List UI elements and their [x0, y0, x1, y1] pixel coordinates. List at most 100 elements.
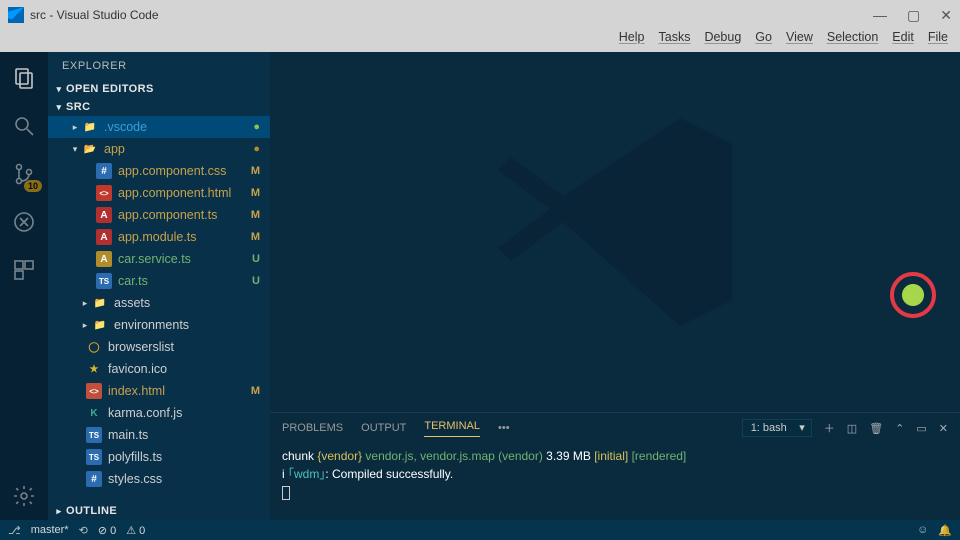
status-warnings[interactable]: ⚠ 0: [126, 524, 145, 537]
panel-close-icon[interactable]: ✕: [939, 422, 948, 435]
file-label: app.component.css: [118, 164, 226, 178]
file-label: polyfills.ts: [108, 450, 162, 464]
tree-file[interactable]: TSmain.ts: [48, 424, 270, 446]
vscode-logo-icon: [8, 7, 24, 23]
term-text: : Compiled successfully.: [325, 467, 453, 481]
sync-icon[interactable]: ⟲: [79, 524, 88, 537]
scm-badge: 10: [24, 180, 42, 192]
menu-help[interactable]: Help: [619, 30, 645, 52]
angular-file-icon: A: [96, 207, 112, 223]
activity-explorer[interactable]: [10, 64, 38, 92]
tree-file[interactable]: ★favicon.ico: [48, 358, 270, 380]
tab-terminal[interactable]: TERMINAL: [424, 420, 480, 437]
folder-label: environments: [114, 318, 189, 332]
close-button[interactable]: ✕: [940, 7, 952, 24]
files-icon: [12, 66, 36, 90]
panel-overflow-icon[interactable]: •••: [498, 422, 510, 434]
menu-file[interactable]: File: [928, 30, 948, 52]
kill-terminal-icon[interactable]: 🗑: [869, 422, 883, 435]
terminal-selector[interactable]: 1: bash: [742, 419, 812, 437]
section-outline[interactable]: ▸ OUTLINE: [48, 502, 270, 520]
git-status: U: [252, 253, 260, 265]
activity-search[interactable]: [10, 112, 38, 140]
menu-edit[interactable]: Edit: [892, 30, 914, 52]
tree-file[interactable]: ◯browserslist: [48, 336, 270, 358]
menu-selection[interactable]: Selection: [827, 30, 878, 52]
term-text: 3.39 MB: [543, 449, 594, 463]
activity-settings[interactable]: [10, 482, 38, 510]
ts-file-icon: TS: [86, 427, 102, 443]
tree-file[interactable]: Acar.service.tsU: [48, 248, 270, 270]
menu-tasks[interactable]: Tasks: [659, 30, 691, 52]
html-file-icon: <>: [96, 185, 112, 201]
file-label: browserslist: [108, 340, 174, 354]
tree-file[interactable]: TSpolyfills.ts: [48, 446, 270, 468]
tab-problems[interactable]: PROBLEMS: [282, 422, 343, 434]
karma-file-icon: K: [86, 405, 102, 421]
term-text: vendor.js, vendor.js.map: [362, 449, 498, 463]
folder-icon: 📁: [92, 295, 108, 311]
tree-file[interactable]: <>index.htmlM: [48, 380, 270, 402]
status-bar: ⎇ master* ⟲ ⊘ 0 ⚠ 0 ☺ 🔔: [0, 520, 960, 540]
chevron-right-icon: ▸: [54, 506, 64, 517]
branch-name[interactable]: master*: [31, 524, 69, 536]
panel-maximize-icon[interactable]: ⌃: [895, 422, 904, 435]
window-controls: — ▢ ✕: [873, 7, 952, 24]
section-folder-root[interactable]: ▾ SRC: [48, 98, 270, 116]
ts-file-icon: TS: [96, 273, 112, 289]
git-status: M: [251, 187, 260, 199]
file-label: car.service.ts: [118, 252, 191, 266]
split-terminal-icon[interactable]: ◫: [847, 422, 857, 435]
bug-icon: [12, 210, 36, 234]
tree-file[interactable]: Aapp.component.tsM: [48, 204, 270, 226]
folder-icon: 📁: [92, 317, 108, 333]
status-errors[interactable]: ⊘ 0: [98, 524, 116, 537]
tree-file[interactable]: Kkarma.conf.js: [48, 402, 270, 424]
panel-move-icon[interactable]: ▭: [916, 422, 926, 435]
tree-file[interactable]: <>app.component.htmlM: [48, 182, 270, 204]
chevron-right-icon: ▸: [80, 320, 90, 331]
tree-folder[interactable]: ▸📁assets: [48, 292, 270, 314]
term-text: [rendered]: [632, 449, 687, 463]
maximize-button[interactable]: ▢: [907, 7, 920, 24]
folder-label: .vscode: [104, 120, 147, 134]
minimize-button[interactable]: —: [873, 7, 887, 24]
term-text: [initial]: [594, 449, 628, 463]
activity-scm[interactable]: 10: [10, 160, 38, 188]
favicon-file-icon: ★: [86, 361, 102, 377]
file-label: index.html: [108, 384, 165, 398]
new-terminal-icon[interactable]: ＋: [824, 420, 835, 436]
bell-icon[interactable]: 🔔: [938, 524, 952, 537]
term-text: (vendor): [498, 449, 543, 463]
tree-folder-app[interactable]: ▾ 📂 app ●: [48, 138, 270, 160]
explorer-title: EXPLORER: [48, 52, 270, 80]
tree-folder-vscode[interactable]: ▸ 📁 .vscode ●: [48, 116, 270, 138]
file-label: karma.conf.js: [108, 406, 182, 420]
window-titlebar: src - Visual Studio Code — ▢ ✕: [0, 0, 960, 30]
terminal-output[interactable]: chunk {vendor} vendor.js, vendor.js.map …: [270, 443, 960, 520]
tab-output[interactable]: OUTPUT: [361, 422, 406, 434]
open-editors-label: OPEN EDITORS: [66, 83, 154, 95]
cursor-highlight-icon: [890, 272, 936, 318]
feedback-icon[interactable]: ☺: [917, 524, 928, 537]
chevron-down-icon: ▾: [70, 144, 80, 155]
chevron-down-icon: ▾: [54, 102, 64, 113]
tree-file[interactable]: #styles.css: [48, 468, 270, 490]
tree-file[interactable]: #app.component.cssM: [48, 160, 270, 182]
tree-file[interactable]: TScar.tsU: [48, 270, 270, 292]
activity-extensions[interactable]: [10, 256, 38, 284]
tree-file[interactable]: Aapp.module.tsM: [48, 226, 270, 248]
term-text: ｢wdm｣: [288, 467, 325, 481]
menu-view[interactable]: View: [786, 30, 813, 52]
branch-icon: ⎇: [8, 524, 21, 537]
section-open-editors[interactable]: ▾ OPEN EDITORS: [48, 80, 270, 98]
activity-debug[interactable]: [10, 208, 38, 236]
editor-area: PROBLEMS OUTPUT TERMINAL ••• 1: bash ＋ ◫…: [270, 52, 960, 520]
folder-open-icon: 📂: [82, 141, 98, 157]
git-status-dot: ●: [253, 122, 260, 133]
git-status-dot: ●: [253, 143, 260, 155]
git-status: M: [251, 165, 260, 177]
menu-debug[interactable]: Debug: [704, 30, 741, 52]
tree-folder[interactable]: ▸📁 environments: [48, 314, 270, 336]
menu-go[interactable]: Go: [755, 30, 772, 52]
